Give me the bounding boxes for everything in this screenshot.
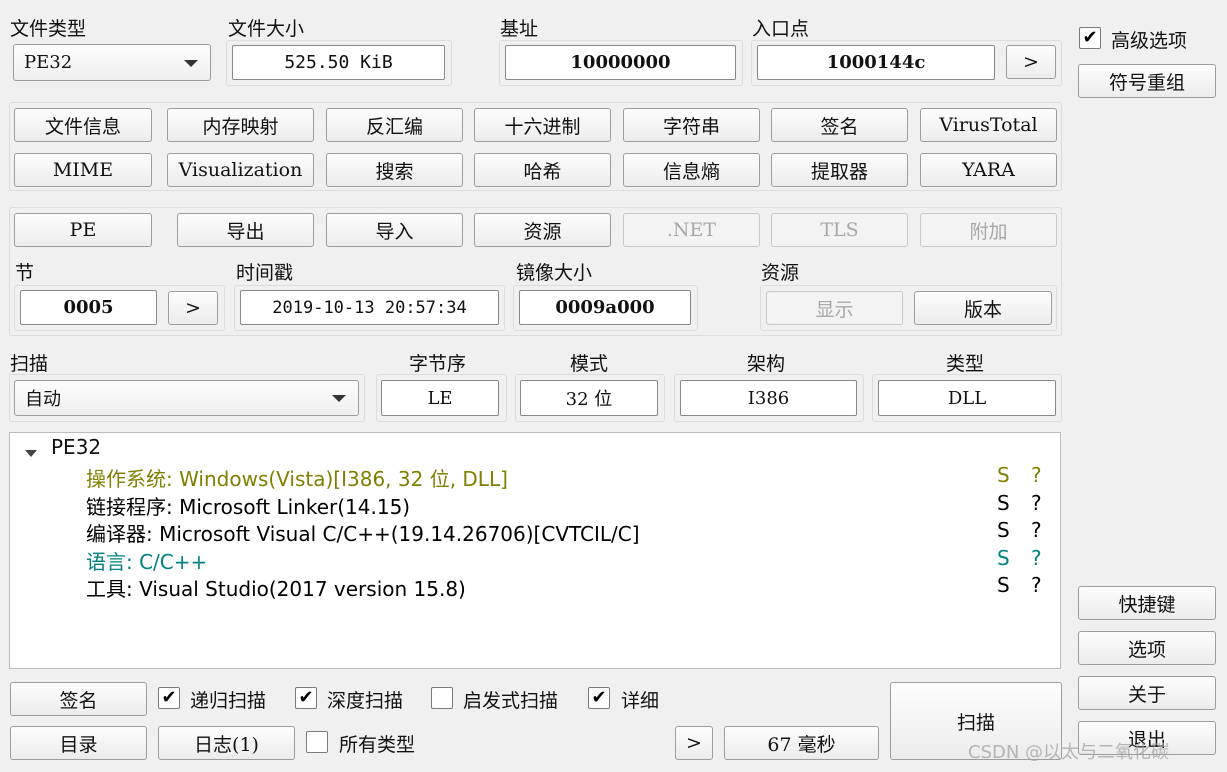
symbol-demangle-button[interactable]: 符号重组 (1078, 64, 1216, 98)
deep-scan-checkbox[interactable]: ✔ (295, 687, 317, 709)
image-size-field: 0009a000 (519, 290, 691, 325)
tree-item-tool[interactable]: 工具: Visual Studio(2017 version 15.8) (86, 573, 466, 602)
scan-mode-combo[interactable]: 自动 (14, 380, 359, 416)
recursive-scan-label: 递归扫描 (190, 690, 267, 712)
tls-button[interactable]: TLS (771, 213, 908, 247)
signature-button[interactable]: 签名 (10, 682, 147, 716)
elapsed-time-button[interactable]: 67 毫秒 (724, 726, 879, 760)
file-type-combo[interactable]: PE32 (13, 44, 211, 81)
file-size-label: 文件大小 (228, 18, 305, 40)
heuristic-scan-label: 启发式扫描 (463, 690, 559, 712)
scan-mode-label: 扫描 (10, 353, 49, 375)
import-button[interactable]: 导入 (326, 213, 463, 247)
file-size-field: 525.50 KiB (232, 45, 445, 80)
type-field: DLL (878, 380, 1056, 416)
tree-item-language-q[interactable]: ? (1031, 546, 1042, 570)
file-info-button[interactable]: 文件信息 (14, 108, 152, 142)
tree-item-linker-s[interactable]: S (997, 491, 1010, 515)
section-label: 节 (15, 262, 35, 284)
image-size-label: 镜像大小 (516, 262, 593, 284)
timestamp-field: 2019-10-13 20:57:34 (240, 290, 499, 325)
resources-show-button[interactable]: 显示 (766, 291, 903, 325)
export-button[interactable]: 导出 (177, 213, 314, 247)
collapse-arrow-icon[interactable] (24, 443, 38, 465)
chevron-down-icon (184, 59, 198, 67)
mime-button[interactable]: MIME (14, 153, 152, 187)
arch-label: 架构 (747, 353, 786, 375)
verbose-label: 详细 (621, 690, 660, 712)
hash-button[interactable]: 哈希 (474, 153, 611, 187)
chevron-down-icon (332, 395, 346, 402)
resources-label: 资源 (761, 262, 800, 284)
entropy-button[interactable]: 信息熵 (623, 153, 760, 187)
entry-point-field: 1000144c (757, 45, 995, 80)
memory-map-button[interactable]: 内存映射 (167, 108, 314, 142)
deep-scan-label: 深度扫描 (327, 690, 404, 712)
watermark: CSDN @以太与二氧化碳 (968, 742, 1170, 763)
directory-button[interactable]: 目录 (10, 726, 147, 760)
endianness-label: 字节序 (409, 353, 467, 375)
options-button[interactable]: 选项 (1078, 631, 1216, 665)
yara-button[interactable]: YARA (920, 153, 1057, 187)
tree-item-compiler[interactable]: 编译器: Microsoft Visual C/C++(19.14.26706)… (86, 518, 640, 547)
about-button[interactable]: 关于 (1078, 676, 1216, 710)
file-type-label: 文件类型 (10, 18, 87, 40)
overlay-button[interactable]: 附加 (920, 213, 1057, 247)
tree-item-os-q[interactable]: ? (1031, 463, 1042, 487)
version-button[interactable]: 版本 (914, 291, 1052, 325)
type-label: 类型 (946, 353, 985, 375)
all-types-checkbox[interactable] (306, 731, 328, 753)
recursive-scan-checkbox[interactable]: ✔ (158, 687, 180, 709)
resources-button[interactable]: 资源 (474, 213, 611, 247)
tree-item-compiler-q[interactable]: ? (1031, 518, 1042, 542)
tree-item-os-s[interactable]: S (997, 463, 1010, 487)
base-address-label: 基址 (500, 18, 539, 40)
signature-tool-button[interactable]: 签名 (771, 108, 908, 142)
advanced-options-checkbox[interactable]: ✔ (1079, 27, 1101, 49)
tree-item-compiler-s[interactable]: S (997, 518, 1010, 542)
tree-item-language[interactable]: 语言: C/C++ (86, 546, 207, 575)
scan-mode-value: 自动 (25, 389, 61, 410)
entry-point-go-button[interactable]: > (1006, 45, 1056, 79)
tree-item-linker[interactable]: 链接程序: Microsoft Linker(14.15) (86, 491, 410, 520)
tree-root[interactable]: PE32 (51, 435, 101, 459)
disasm-button[interactable]: 反汇编 (326, 108, 463, 142)
mode-field: 32 位 (520, 380, 658, 416)
virustotal-button[interactable]: VirusTotal (920, 108, 1057, 142)
base-address-field: 10000000 (505, 45, 736, 80)
mode-label: 模式 (570, 353, 609, 375)
strings-button[interactable]: 字符串 (623, 108, 760, 142)
section-go-button[interactable]: > (168, 291, 218, 325)
entry-point-label: 入口点 (752, 18, 810, 40)
tree-item-os[interactable]: 操作系统: Windows(Vista)[I386, 32 位, DLL] (86, 463, 508, 492)
extractor-button[interactable]: 提取器 (771, 153, 908, 187)
dotnet-button[interactable]: .NET (623, 213, 760, 247)
verbose-checkbox[interactable]: ✔ (588, 687, 610, 709)
hex-button[interactable]: 十六进制 (474, 108, 611, 142)
advanced-options-label: 高级选项 (1111, 30, 1188, 52)
tree-item-tool-s[interactable]: S (997, 573, 1010, 597)
all-types-label: 所有类型 (339, 734, 416, 756)
visualization-button[interactable]: Visualization (167, 153, 314, 187)
heuristic-scan-checkbox[interactable] (431, 687, 453, 709)
timestamp-label: 时间戳 (236, 262, 294, 284)
results-tree[interactable]: PE32 操作系统: Windows(Vista)[I386, 32 位, DL… (9, 432, 1061, 669)
tree-item-language-s[interactable]: S (997, 546, 1010, 570)
tree-item-linker-q[interactable]: ? (1031, 491, 1042, 515)
log-button[interactable]: 日志(1) (158, 726, 295, 760)
search-button[interactable]: 搜索 (326, 153, 463, 187)
endianness-field: LE (381, 380, 499, 416)
time-go-button[interactable]: > (675, 726, 713, 760)
tree-item-tool-q[interactable]: ? (1031, 573, 1042, 597)
shortcuts-button[interactable]: 快捷键 (1078, 586, 1216, 620)
section-count-field: 0005 (20, 290, 157, 325)
pe-button[interactable]: PE (14, 213, 152, 247)
arch-field: I386 (680, 380, 857, 416)
file-type-value: PE32 (24, 52, 73, 73)
